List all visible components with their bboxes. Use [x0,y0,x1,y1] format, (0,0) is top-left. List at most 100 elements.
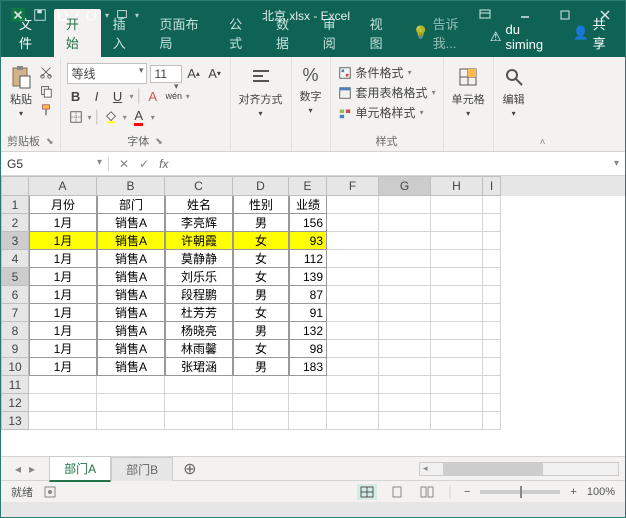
cell[interactable]: 李亮辉 [165,214,233,232]
cell[interactable]: 女 [233,268,289,286]
cell[interactable] [379,376,431,394]
conditional-format-button[interactable]: 条件格式▾ [337,63,437,82]
cell[interactable] [379,358,431,376]
cell[interactable]: 男 [233,214,289,232]
cell[interactable] [483,196,501,214]
header-cell[interactable]: 性别 [233,196,289,214]
phonetic-dropdown-icon[interactable]: ▾ [186,92,190,101]
cell[interactable]: 刘乐乐 [165,268,233,286]
cell[interactable] [483,322,501,340]
row-header-13[interactable]: 13 [1,412,29,430]
tell-me[interactable]: 💡告诉我... [404,9,481,57]
italic-button[interactable]: I [88,87,106,105]
cell[interactable]: 1月 [29,232,97,250]
cell[interactable] [379,412,431,430]
page-break-view-icon[interactable] [417,484,437,500]
cell[interactable]: 销售A [97,268,165,286]
header-cell[interactable]: 业绩 [289,196,327,214]
cell[interactable] [379,304,431,322]
cell[interactable] [165,412,233,430]
col-header-B[interactable]: B [97,176,165,196]
fill-color-icon[interactable] [102,108,120,126]
header-cell[interactable]: 月份 [29,196,97,214]
cell[interactable] [431,412,483,430]
cell[interactable] [97,376,165,394]
qat-more-icon[interactable]: ▾ [135,11,139,20]
underline-button[interactable]: U [109,87,127,105]
cell[interactable]: 许朝霞 [165,232,233,250]
cell[interactable] [431,340,483,358]
row-header-10[interactable]: 10 [1,358,29,376]
font-size-combo[interactable]: 11 [150,65,182,83]
fill-dropdown-icon[interactable]: ▾ [123,113,127,122]
collapse-ribbon-icon[interactable]: ˄ [534,57,552,151]
dialog-launcher-icon[interactable]: ⬊ [155,136,163,147]
cell[interactable]: 1月 [29,322,97,340]
row-header-6[interactable]: 6 [1,286,29,304]
bold-button[interactable]: B [67,87,85,105]
font-color-icon[interactable]: A [130,108,148,126]
cell[interactable]: 1月 [29,358,97,376]
redo-dropdown-icon[interactable]: ▾ [105,11,109,20]
cell[interactable] [327,376,379,394]
cell[interactable]: 段程鹏 [165,286,233,304]
col-header-C[interactable]: C [165,176,233,196]
cell[interactable]: 男 [233,286,289,304]
dialog-launcher-icon[interactable]: ⬊ [46,136,54,147]
cell[interactable] [379,394,431,412]
cell[interactable] [289,412,327,430]
col-header-I[interactable]: I [483,176,501,196]
row-header-9[interactable]: 9 [1,340,29,358]
cell[interactable] [379,250,431,268]
row-header-5[interactable]: 5 [1,268,29,286]
minimize-icon[interactable] [505,1,545,29]
cell[interactable] [379,268,431,286]
cell[interactable] [483,340,501,358]
row-header-3[interactable]: 3 [1,232,29,250]
cells-button[interactable]: 单元格▾ [450,63,487,120]
format-painter-icon[interactable] [39,103,53,117]
cell[interactable] [431,196,483,214]
cell[interactable]: 1月 [29,304,97,322]
font-color-a-icon[interactable]: A [144,87,162,105]
cell[interactable]: 女 [233,250,289,268]
border-button[interactable] [67,108,85,126]
row-header-4[interactable]: 4 [1,250,29,268]
cell[interactable] [483,268,501,286]
cell[interactable] [233,394,289,412]
fx-icon[interactable]: fx [159,157,168,171]
cell[interactable] [327,196,379,214]
cell[interactable]: 139 [289,268,327,286]
close-icon[interactable] [585,1,625,29]
cell[interactable] [483,286,501,304]
font-name-combo[interactable]: 等线 [67,63,147,84]
cell[interactable]: 杨晓亮 [165,322,233,340]
cell[interactable] [165,376,233,394]
cell[interactable] [327,322,379,340]
save-icon[interactable] [31,6,49,24]
cell[interactable] [379,232,431,250]
cell[interactable]: 1月 [29,340,97,358]
cell[interactable]: 销售A [97,250,165,268]
col-header-H[interactable]: H [431,176,483,196]
cell[interactable]: 1月 [29,286,97,304]
cell[interactable]: 林雨馨 [165,340,233,358]
cell[interactable] [483,214,501,232]
cell[interactable] [327,340,379,358]
cell[interactable] [29,412,97,430]
cell[interactable]: 销售A [97,286,165,304]
first-sheet-icon[interactable]: ◂ [15,462,21,476]
cell[interactable]: 1月 [29,250,97,268]
cell[interactable]: 93 [289,232,327,250]
copy-icon[interactable] [39,84,53,98]
cell[interactable]: 销售A [97,304,165,322]
horizontal-scrollbar[interactable]: ◂ [207,462,626,476]
sheet-tab-a[interactable]: 部门A [49,456,111,482]
cell[interactable] [379,340,431,358]
cell[interactable] [431,322,483,340]
cell[interactable]: 156 [289,214,327,232]
header-cell[interactable]: 部门 [97,196,165,214]
decrease-font-icon[interactable]: A▾ [206,65,224,83]
worksheet-grid[interactable]: ABCDEFGHI 1月份部门姓名性别业绩21月销售A李亮辉男15631月销售A… [1,176,625,456]
cell[interactable] [379,214,431,232]
